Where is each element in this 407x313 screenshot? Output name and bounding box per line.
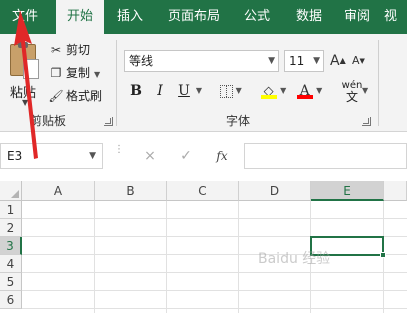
- tab-formulas[interactable]: 公式: [238, 0, 276, 34]
- font-size-select[interactable]: 11 ▼: [284, 50, 324, 72]
- underline-dropdown[interactable]: ▼: [194, 80, 204, 102]
- chevron-down-icon: ▼: [268, 56, 275, 66]
- font-color-button[interactable]: A ▼: [292, 80, 326, 102]
- decrease-font-size-button[interactable]: A▼: [352, 50, 365, 72]
- formula-bar-grip-icon[interactable]: ⋮: [114, 145, 124, 165]
- paintbrush-icon: 🖌: [48, 89, 64, 103]
- increase-font-size-button[interactable]: A▲: [330, 50, 346, 72]
- row-header-3[interactable]: 3: [0, 237, 22, 255]
- select-all-button[interactable]: [0, 181, 22, 201]
- gridline: [166, 201, 167, 313]
- active-cell-e3[interactable]: [310, 236, 386, 258]
- copy-button[interactable]: ❐ 复制 ▼: [48, 63, 101, 83]
- italic-button[interactable]: I: [152, 80, 168, 102]
- insert-function-button[interactable]: fx: [210, 145, 234, 167]
- group-divider: [378, 40, 379, 126]
- formula-input[interactable]: [244, 143, 407, 169]
- column-header-b[interactable]: B: [95, 181, 167, 201]
- column-header-a[interactable]: A: [22, 181, 95, 201]
- gridline: [238, 201, 239, 313]
- chevron-down-icon: ▼: [313, 56, 320, 66]
- paper-icon: [23, 59, 39, 79]
- down-triangle-icon: ▼: [359, 57, 365, 65]
- cancel-icon[interactable]: ×: [138, 145, 162, 167]
- worksheet-grid[interactable]: A B C D E 1 2 3 4 5 6: [0, 181, 407, 313]
- copy-label: 复制: [66, 66, 91, 80]
- column-header-e[interactable]: E: [311, 181, 384, 201]
- chevron-down-icon: ▼: [313, 86, 323, 95]
- tab-review[interactable]: 审阅: [338, 0, 376, 34]
- font-group-label: 字体: [226, 114, 251, 128]
- group-divider: [116, 40, 117, 126]
- chevron-down-icon: ▼: [89, 151, 96, 161]
- font-size-value: 11: [289, 54, 305, 68]
- fill-handle[interactable]: [380, 252, 386, 258]
- tab-insert[interactable]: 插入: [112, 0, 148, 34]
- bold-button[interactable]: B: [128, 80, 144, 102]
- gridline: [22, 272, 407, 273]
- chevron-down-icon[interactable]: ▼: [362, 86, 368, 95]
- tab-data[interactable]: 数据: [290, 0, 328, 34]
- clipboard-group-label: 剪贴板: [30, 114, 67, 128]
- gridline: [22, 218, 407, 219]
- tab-file[interactable]: 文件: [8, 0, 42, 34]
- cut-label: 剪切: [66, 43, 91, 57]
- increase-font-size-icon: A: [330, 53, 340, 69]
- gridline: [22, 290, 407, 291]
- font-color-swatch: [296, 95, 313, 99]
- format-painter-button[interactable]: 🖌 格式刷: [48, 86, 102, 106]
- row-header-1[interactable]: 1: [0, 201, 22, 219]
- row-header-4[interactable]: 4: [0, 255, 22, 273]
- enter-icon[interactable]: ✓: [174, 145, 198, 167]
- font-name-value: 等线: [129, 54, 154, 68]
- font-name-select[interactable]: 等线 ▼: [124, 50, 279, 72]
- row-header-6[interactable]: 6: [0, 291, 22, 309]
- format-painter-label: 格式刷: [66, 89, 103, 103]
- chevron-down-icon[interactable]: ▼: [94, 70, 100, 79]
- chevron-down-icon: ▼: [233, 86, 242, 95]
- copy-icon: ❐: [50, 66, 62, 80]
- fill-color-swatch: [260, 95, 277, 99]
- gridline: [22, 308, 407, 309]
- scissors-icon: ✂: [50, 43, 62, 57]
- column-header-c[interactable]: C: [167, 181, 239, 201]
- up-triangle-icon: ▲: [339, 56, 346, 65]
- formula-bar: E3 ▼ ⋮ × ✓ fx: [0, 133, 407, 181]
- name-box[interactable]: E3 ▼: [0, 143, 103, 169]
- chevron-down-icon[interactable]: ▼: [22, 98, 28, 107]
- ribbon-tab-bar: 文件 开始 插入 页面布局 公式 数据 审阅 视: [0, 0, 407, 34]
- borders-button[interactable]: ▼: [216, 80, 246, 102]
- clipboard-dialog-launcher-icon[interactable]: [104, 117, 113, 126]
- tab-view[interactable]: 视: [384, 0, 407, 34]
- font-color-icon: A: [296, 80, 314, 100]
- paste-button[interactable]: 粘贴 ▼: [6, 40, 42, 107]
- fill-color-button[interactable]: ◇ ▼: [256, 80, 290, 102]
- ribbon-home-panel: 粘贴 ▼ ✂ 剪切 ❐ 复制 ▼ 🖌 格式刷 剪贴板 等线 ▼ 11 ▼ A▲ A▼ B…: [0, 34, 407, 132]
- chevron-down-icon: ▼: [195, 86, 203, 95]
- name-box-value: E3: [7, 149, 23, 163]
- paint-bucket-icon: ◇: [260, 80, 278, 100]
- underline-button[interactable]: U: [176, 80, 192, 102]
- gridline: [94, 201, 95, 313]
- tab-page-layout[interactable]: 页面布局: [162, 0, 226, 34]
- gridline: [310, 201, 311, 313]
- column-header-partial[interactable]: [384, 181, 407, 201]
- decrease-font-size-icon: A: [352, 54, 360, 67]
- chevron-down-icon: ▼: [277, 86, 287, 95]
- tab-home[interactable]: 开始: [56, 0, 104, 34]
- cut-button[interactable]: ✂ 剪切: [48, 40, 90, 60]
- border-icon: [220, 84, 234, 98]
- row-header-2[interactable]: 2: [0, 219, 22, 237]
- column-header-d[interactable]: D: [239, 181, 311, 201]
- clipboard-icon: [10, 42, 39, 79]
- font-dialog-launcher-icon[interactable]: [362, 117, 371, 126]
- row-header-5[interactable]: 5: [0, 273, 22, 291]
